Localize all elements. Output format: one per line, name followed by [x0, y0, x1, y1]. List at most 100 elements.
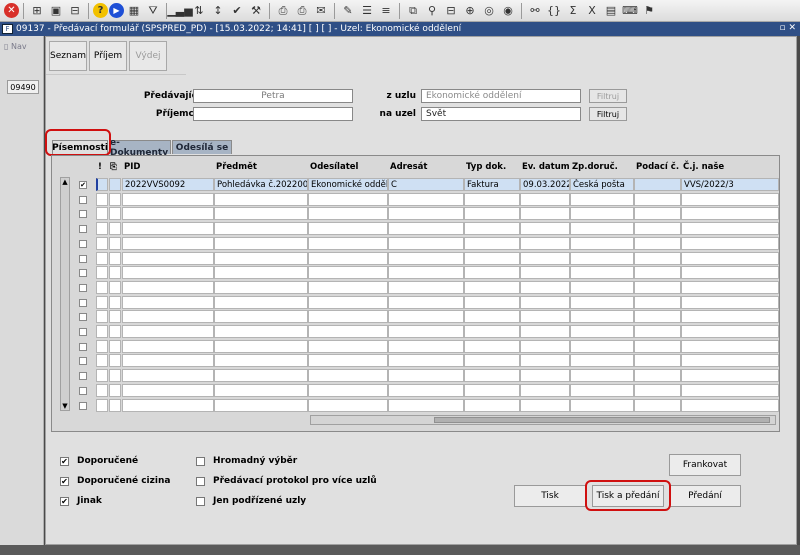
numbered-list-icon[interactable]: ≡	[378, 3, 394, 19]
grid-cell[interactable]	[214, 295, 308, 309]
grid-cell[interactable]	[388, 310, 464, 324]
attachment-cell[interactable]	[109, 369, 121, 383]
grid-cell[interactable]	[634, 398, 681, 412]
row-checkbox-icon[interactable]	[79, 239, 87, 248]
attachment-cell[interactable]	[109, 222, 121, 236]
grid-cell[interactable]	[681, 280, 779, 294]
grid-cell[interactable]	[464, 207, 520, 221]
check-icon[interactable]: ✔	[229, 3, 245, 19]
attachment-cell[interactable]	[109, 251, 121, 265]
grid-cell[interactable]	[464, 192, 520, 206]
grid-cell[interactable]	[308, 295, 388, 309]
grid-cell[interactable]	[634, 310, 681, 324]
record-id[interactable]: 09490	[7, 80, 39, 94]
grid-cell[interactable]	[308, 236, 388, 250]
checkbox-checked-icon[interactable]: ✔	[60, 476, 69, 486]
grid-cell[interactable]	[388, 339, 464, 353]
grid-cell[interactable]	[520, 251, 570, 265]
predani-button[interactable]: Předání	[669, 485, 741, 507]
grid-cell[interactable]	[681, 354, 779, 368]
grid-cell[interactable]	[520, 207, 570, 221]
grid-cell[interactable]	[214, 192, 308, 206]
grid-header-cell[interactable]: PID	[124, 162, 140, 172]
grid-cell[interactable]: VVS/2022/3	[681, 178, 779, 191]
tisk-button[interactable]: Tisk	[514, 485, 586, 507]
grid-cell[interactable]	[634, 222, 681, 236]
grid-cell[interactable]	[681, 325, 779, 338]
grid-cell[interactable]	[464, 280, 520, 294]
grid-cell[interactable]	[570, 339, 634, 353]
grid-cell[interactable]	[122, 222, 214, 236]
grid-cell[interactable]	[681, 222, 779, 236]
grid-cell[interactable]	[388, 251, 464, 265]
grid-cell[interactable]	[520, 369, 570, 383]
grid-cell[interactable]	[388, 207, 464, 221]
row-checkbox-icon[interactable]	[79, 386, 87, 395]
na-uzel-field[interactable]: Svět	[421, 107, 581, 121]
priority-cell[interactable]	[96, 222, 108, 236]
grid-cell[interactable]	[570, 325, 634, 338]
grid-cell[interactable]	[122, 192, 214, 206]
grid-cell[interactable]	[308, 339, 388, 353]
checkbox-checked-icon[interactable]: ✔	[60, 496, 69, 506]
grid-cell[interactable]	[308, 369, 388, 383]
grid-cell[interactable]	[520, 398, 570, 412]
list-icon[interactable]: ☰	[359, 3, 375, 19]
grid-cell[interactable]	[520, 339, 570, 353]
row-checkbox-icon[interactable]	[79, 298, 87, 307]
filtr-na-uzel-button[interactable]: Filtruj	[589, 107, 627, 121]
grid-cell[interactable]	[681, 310, 779, 324]
attachment-cell[interactable]	[109, 236, 121, 250]
sum-icon[interactable]: Σ	[565, 3, 581, 19]
priority-cell[interactable]	[96, 354, 108, 368]
grid-cell[interactable]	[520, 383, 570, 397]
grid-cell[interactable]	[570, 222, 634, 236]
open-external-icon[interactable]: ⧉	[405, 3, 421, 19]
grid-cell[interactable]	[634, 251, 681, 265]
grid-cell[interactable]: 2022VVS0092	[122, 178, 214, 191]
row-checkbox-icon[interactable]	[79, 328, 87, 336]
document-icon[interactable]: ▤	[603, 3, 619, 19]
grid-cell[interactable]	[214, 236, 308, 250]
priority-cell[interactable]	[96, 236, 108, 250]
priority-cell[interactable]	[96, 398, 108, 412]
grid-cell[interactable]	[214, 398, 308, 412]
package-icon[interactable]: ⚑	[641, 3, 657, 19]
attachment-cell[interactable]	[109, 280, 121, 294]
globe-icon[interactable]: ⊕	[462, 3, 478, 19]
grid-cell[interactable]	[520, 266, 570, 280]
calendar-icon[interactable]: ▦	[126, 3, 142, 19]
grid-cell[interactable]	[214, 354, 308, 368]
attachment-cell[interactable]	[109, 295, 121, 309]
grid-cell[interactable]	[634, 369, 681, 383]
grid-cell[interactable]	[520, 222, 570, 236]
attachment-cell[interactable]	[109, 339, 121, 353]
grid-cell[interactable]	[634, 354, 681, 368]
grid-cell[interactable]	[308, 398, 388, 412]
grid-cell[interactable]	[570, 310, 634, 324]
grid-cell[interactable]: Česká pošta	[570, 178, 634, 191]
grid-cell[interactable]	[388, 192, 464, 206]
filtr-z-uzlu-button[interactable]: Filtruj	[589, 89, 627, 103]
grid-cell[interactable]	[388, 398, 464, 412]
scrollbar-thumb[interactable]	[434, 417, 770, 423]
grid-cell[interactable]	[388, 295, 464, 309]
row-checkbox-icon[interactable]	[79, 225, 87, 234]
grid-header-cell[interactable]: Předmět	[216, 162, 257, 172]
grid-cell[interactable]	[464, 339, 520, 353]
grid-cell[interactable]	[464, 295, 520, 309]
grid-header-cell[interactable]: Zp.doruč.	[572, 162, 618, 172]
grid-cell[interactable]	[520, 236, 570, 250]
tab-odesila-se[interactable]: Odesílá se	[172, 140, 232, 154]
prijem-button[interactable]: Příjem	[89, 41, 127, 71]
help-icon[interactable]: ?	[93, 3, 108, 18]
grid-cell[interactable]: C	[388, 178, 464, 191]
grid-cell[interactable]	[570, 266, 634, 280]
grid-cell[interactable]	[570, 369, 634, 383]
priority-cell[interactable]	[96, 266, 108, 280]
grid-cell[interactable]	[634, 178, 681, 191]
grid-cell[interactable]	[122, 398, 214, 412]
grid-cell[interactable]	[464, 222, 520, 236]
grid-cell[interactable]	[122, 236, 214, 250]
grid-cell[interactable]	[634, 295, 681, 309]
